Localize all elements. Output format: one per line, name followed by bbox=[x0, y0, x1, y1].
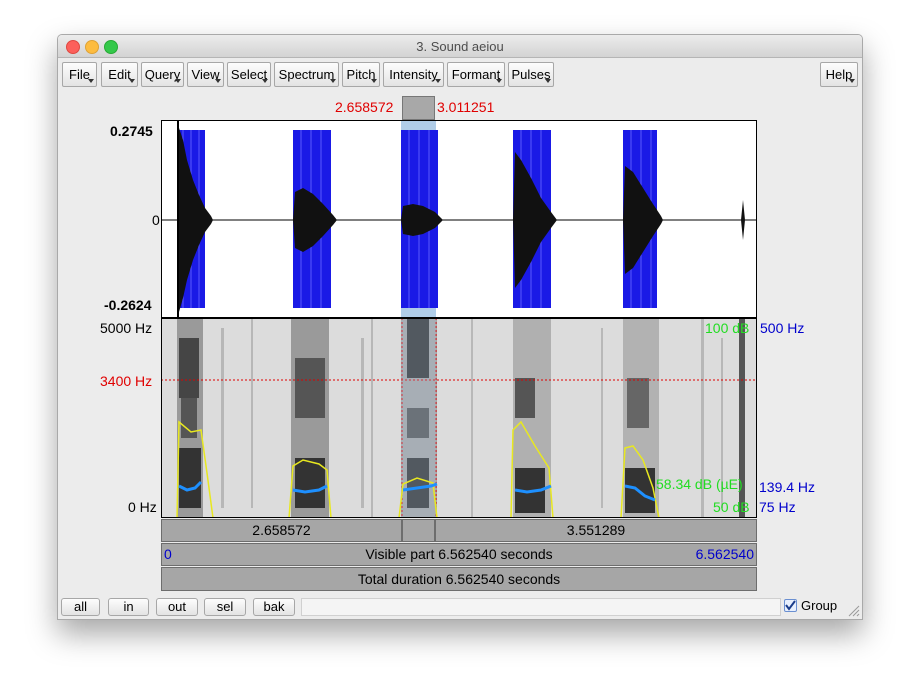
intensity-min-label: 50 dB bbox=[713, 499, 750, 515]
chevron-down-icon bbox=[129, 79, 135, 83]
visible-part-bar[interactable]: 0 Visible part 6.562540 seconds 6.562540 bbox=[161, 543, 757, 566]
group-label: Group bbox=[801, 598, 838, 613]
waveform-max-label: 0.2745 bbox=[110, 123, 153, 139]
menu-query[interactable]: Query bbox=[141, 62, 184, 87]
chevron-down-icon bbox=[88, 79, 94, 83]
spectrogram-freq-cursor-label: 3400 Hz bbox=[100, 373, 153, 389]
selection-start-label: 2.658572 bbox=[335, 99, 394, 115]
pitch-min-label: 75 Hz bbox=[759, 499, 796, 515]
chevron-down-icon bbox=[215, 79, 221, 83]
spectrogram-freq-max-label: 5000 Hz bbox=[100, 320, 153, 336]
horizontal-scrollbar[interactable] bbox=[301, 598, 781, 616]
intensity-max-label: 100 dB bbox=[705, 320, 750, 336]
zoom-out-button[interactable]: out bbox=[156, 598, 198, 616]
menu-bar: File Edit Query View Select Spectrum Pit… bbox=[58, 58, 862, 92]
waveform-min-label: -0.2624 bbox=[104, 297, 152, 313]
chevron-down-icon bbox=[330, 79, 336, 83]
selection-header-bar[interactable] bbox=[402, 96, 435, 120]
chevron-down-icon bbox=[545, 79, 551, 83]
menu-formant[interactable]: Formant bbox=[447, 62, 505, 87]
window-title: 3. Sound aeiou bbox=[416, 39, 504, 54]
menu-intensity-label: Intensity bbox=[389, 67, 438, 82]
waveform-zero-label: 0 bbox=[152, 212, 160, 228]
segment-right-bar[interactable]: 3.551289 bbox=[435, 519, 757, 542]
menu-pitch[interactable]: Pitch bbox=[342, 62, 380, 87]
segment-right-label: 3.551289 bbox=[566, 522, 626, 538]
menu-select[interactable]: Select bbox=[227, 62, 271, 87]
resize-grip-icon[interactable] bbox=[847, 604, 860, 617]
pitch-value-label: 139.4 Hz bbox=[759, 479, 816, 495]
menu-file[interactable]: File bbox=[62, 62, 97, 87]
total-duration-bar[interactable]: Total duration 6.562540 seconds bbox=[161, 567, 757, 591]
pitch-max-label: 500 Hz bbox=[760, 320, 805, 336]
menu-spectrum-label: Spectrum bbox=[278, 67, 335, 82]
total-duration-label: Total duration 6.562540 seconds bbox=[357, 571, 561, 587]
chevron-down-icon bbox=[849, 79, 855, 83]
visible-start-label: 0 bbox=[164, 546, 172, 562]
menu-file-label: File bbox=[69, 67, 90, 82]
selection-end-label: 3.011251 bbox=[437, 99, 495, 115]
chevron-down-icon bbox=[262, 79, 268, 83]
checkmark-icon bbox=[785, 600, 796, 611]
menu-intensity[interactable]: Intensity bbox=[383, 62, 444, 87]
chevron-down-icon bbox=[496, 79, 502, 83]
segment-selection-bar[interactable] bbox=[402, 519, 435, 542]
chevron-down-icon bbox=[435, 79, 441, 83]
menu-help[interactable]: Help bbox=[820, 62, 858, 87]
zoom-sel-button[interactable]: sel bbox=[204, 598, 246, 616]
chevron-down-icon bbox=[175, 79, 181, 83]
chevron-down-icon bbox=[371, 79, 377, 83]
menu-formant-label: Formant bbox=[451, 67, 501, 82]
waveform-panel[interactable] bbox=[161, 120, 757, 318]
title-bar[interactable]: 3. Sound aeiou bbox=[58, 35, 862, 58]
menu-edit[interactable]: Edit bbox=[101, 62, 138, 87]
group-checkbox[interactable] bbox=[784, 599, 797, 612]
spectrogram-freq-min-label: 0 Hz bbox=[128, 499, 157, 515]
zoom-all-button[interactable]: all bbox=[61, 598, 100, 616]
visible-end-label: 6.562540 bbox=[695, 546, 754, 562]
menu-view[interactable]: View bbox=[187, 62, 224, 87]
segment-left-bar[interactable]: 2.658572 bbox=[161, 519, 402, 542]
menu-edit-label: Edit bbox=[108, 67, 131, 82]
menu-spectrum[interactable]: Spectrum bbox=[274, 62, 339, 87]
segment-left-label: 2.658572 bbox=[252, 522, 311, 538]
menu-pulses[interactable]: Pulses bbox=[508, 62, 554, 87]
sound-editor-window: 3. Sound aeiou File Edit Query View Sele… bbox=[57, 34, 863, 620]
intensity-value-label: 58.34 dB (µE) bbox=[656, 476, 743, 492]
visible-part-label: Visible part 6.562540 seconds bbox=[365, 546, 553, 562]
zoom-in-button[interactable]: in bbox=[108, 598, 149, 616]
zoom-back-button[interactable]: bak bbox=[253, 598, 295, 616]
